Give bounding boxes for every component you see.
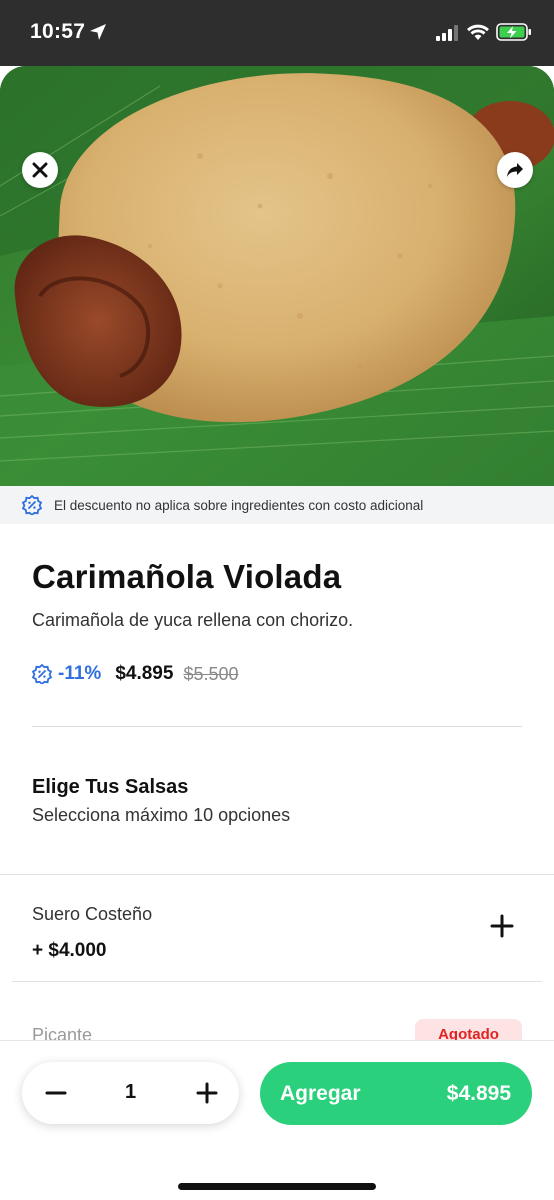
product-description: Carimañola de yuca rellena con chorizo. xyxy=(32,610,354,630)
location-arrow-icon xyxy=(90,24,106,40)
options-section-title: Elige Tus Salsas xyxy=(32,776,189,798)
discount-badge-icon xyxy=(32,664,52,684)
discount-badge-icon xyxy=(22,495,42,515)
close-button[interactable] xyxy=(22,152,58,188)
option-row-picante: Picante Agotado xyxy=(0,1000,554,1040)
share-icon xyxy=(507,163,523,177)
quantity-stepper: 1 xyxy=(22,1062,239,1124)
status-bar: 10:57 xyxy=(0,0,554,66)
add-to-cart-label: Agregar xyxy=(280,1082,361,1105)
carimanola-photo xyxy=(0,66,554,486)
discount-notice: El descuento no aplica sobre ingrediente… xyxy=(0,486,554,524)
wifi-icon xyxy=(467,24,489,40)
product-image xyxy=(0,66,554,486)
home-indicator[interactable] xyxy=(178,1183,376,1190)
add-to-cart-total: $4.895 xyxy=(446,1082,511,1105)
divider xyxy=(0,874,554,875)
status-time: 10:57 xyxy=(30,20,86,43)
price-row: -11% $4.895 $5.500 xyxy=(32,661,239,687)
share-button[interactable] xyxy=(497,152,533,188)
option-row-suero-costeno[interactable]: Suero Costeño + $4.000 xyxy=(0,876,554,982)
cellular-signal-icon xyxy=(436,25,458,41)
sold-out-badge: Agotado xyxy=(415,1019,522,1040)
current-price: $4.895 xyxy=(115,663,174,684)
add-option-plus-icon[interactable] xyxy=(488,912,516,940)
add-to-cart-button[interactable]: Agregar $4.895 xyxy=(260,1062,532,1125)
product-title: Carimañola Violada xyxy=(32,558,342,595)
discount-percent: -11% xyxy=(58,663,102,684)
divider xyxy=(12,981,542,982)
battery-charging-icon xyxy=(496,23,531,41)
close-icon xyxy=(32,162,48,178)
option-name: Suero Costeño xyxy=(32,904,153,924)
option-name: Picante xyxy=(32,1025,93,1040)
option-price: + $4.000 xyxy=(32,940,107,961)
increase-quantity-plus-icon[interactable] xyxy=(193,1079,221,1107)
original-price: $5.500 xyxy=(183,663,239,684)
discount-notice-text: El descuento no aplica sobre ingrediente… xyxy=(54,497,424,513)
options-section-subtitle: Selecciona máximo 10 opciones xyxy=(32,805,291,825)
bottom-action-bar: 1 Agregar $4.895 xyxy=(0,1040,554,1200)
divider xyxy=(32,726,522,727)
